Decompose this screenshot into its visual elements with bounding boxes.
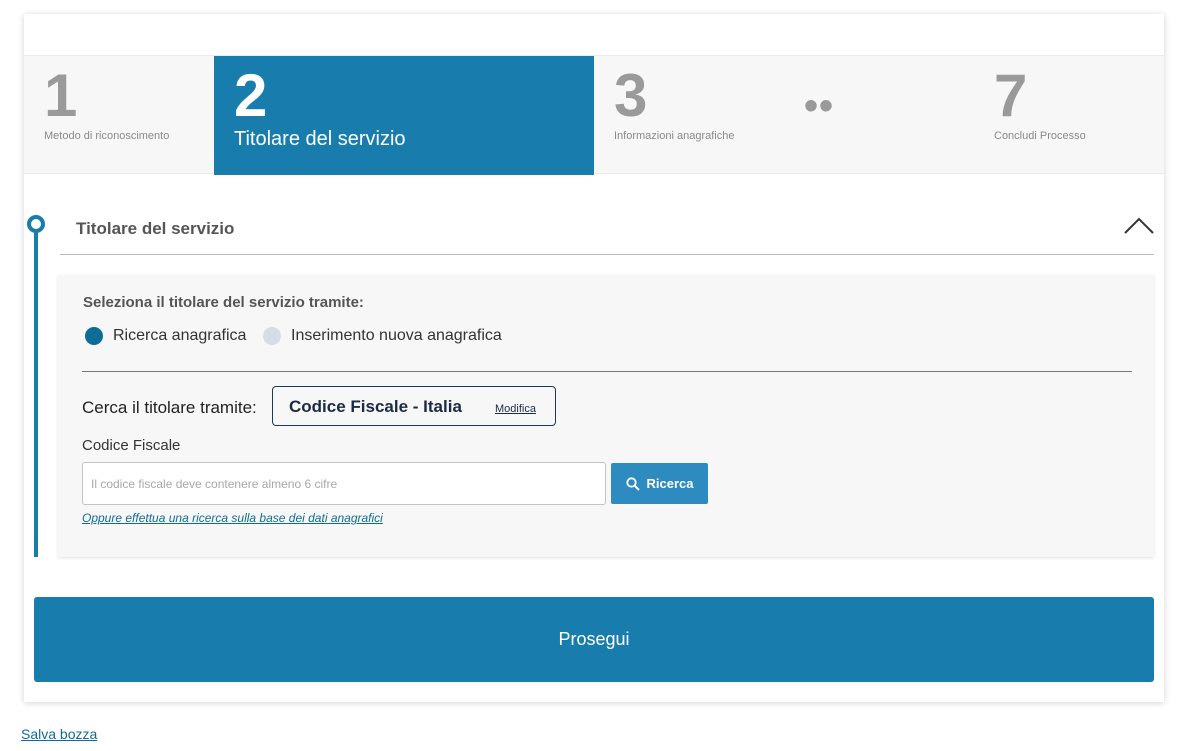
timeline-line	[34, 230, 38, 557]
panel-divider	[82, 371, 1132, 372]
step-1[interactable]: 1 Metodo di riconoscimento	[24, 56, 214, 175]
step-number: 2	[234, 62, 268, 129]
step-2-active[interactable]: 2 Titolare del servizio	[214, 56, 594, 175]
ricerca-dati-anagrafici-link[interactable]: Oppure effettua una ricerca sulla base d…	[82, 511, 383, 525]
step-number: 3	[614, 62, 648, 129]
cerca-label: Cerca il titolare tramite:	[82, 398, 257, 417]
ellipsis-icon: ••	[804, 84, 835, 128]
step-label: Informazioni anagrafiche	[614, 130, 735, 142]
codice-fiscale-label: Codice Fiscale	[82, 437, 181, 454]
section-divider	[60, 254, 1154, 255]
step-number: 1	[44, 62, 78, 129]
search-icon	[625, 476, 640, 491]
timeline-dot-icon	[27, 215, 45, 233]
step-ellipsis: ••	[804, 56, 864, 175]
search-panel: Seleziona il titolare del servizio trami…	[58, 275, 1154, 557]
select-label: Seleziona il titolare del servizio trami…	[83, 294, 364, 311]
radio-label: Inserimento nuova anagrafica	[291, 327, 502, 344]
stepper: 1 Metodo di riconoscimento 2 Titolare de…	[24, 55, 1164, 175]
wizard-card: 1 Metodo di riconoscimento 2 Titolare de…	[24, 14, 1164, 702]
ricerca-button-label: Ricerca	[646, 476, 694, 491]
step-label: Metodo di riconoscimento	[44, 130, 170, 142]
prosegui-button[interactable]: Prosegui	[34, 597, 1154, 682]
codice-fiscale-input[interactable]	[82, 462, 606, 505]
step-label: Concludi Processo	[994, 130, 1086, 142]
radio-ricerca-anagrafica[interactable]: Ricerca anagrafica	[85, 327, 246, 345]
search-method-box: Codice Fiscale - Italia Modifica	[272, 386, 556, 426]
modifica-link[interactable]: Modifica	[495, 403, 536, 415]
step-7[interactable]: 7 Concludi Processo	[974, 56, 1164, 175]
radio-selected-icon	[85, 327, 103, 345]
search-method-value: Codice Fiscale - Italia	[289, 397, 462, 416]
step-label: Titolare del servizio	[234, 128, 406, 150]
radio-label: Ricerca anagrafica	[113, 327, 247, 344]
prosegui-button-label: Prosegui	[558, 629, 630, 649]
step-3[interactable]: 3 Informazioni anagrafiche	[594, 56, 794, 175]
step-number: 7	[994, 62, 1028, 129]
chevron-up-icon[interactable]	[1124, 216, 1154, 236]
radio-inserimento-nuova-anagrafica[interactable]: Inserimento nuova anagrafica	[263, 327, 502, 345]
salva-bozza-link[interactable]: Salva bozza	[21, 726, 97, 742]
ricerca-button[interactable]: Ricerca	[611, 463, 708, 504]
section-title: Titolare del servizio	[76, 219, 235, 238]
radio-unselected-icon	[263, 327, 281, 345]
